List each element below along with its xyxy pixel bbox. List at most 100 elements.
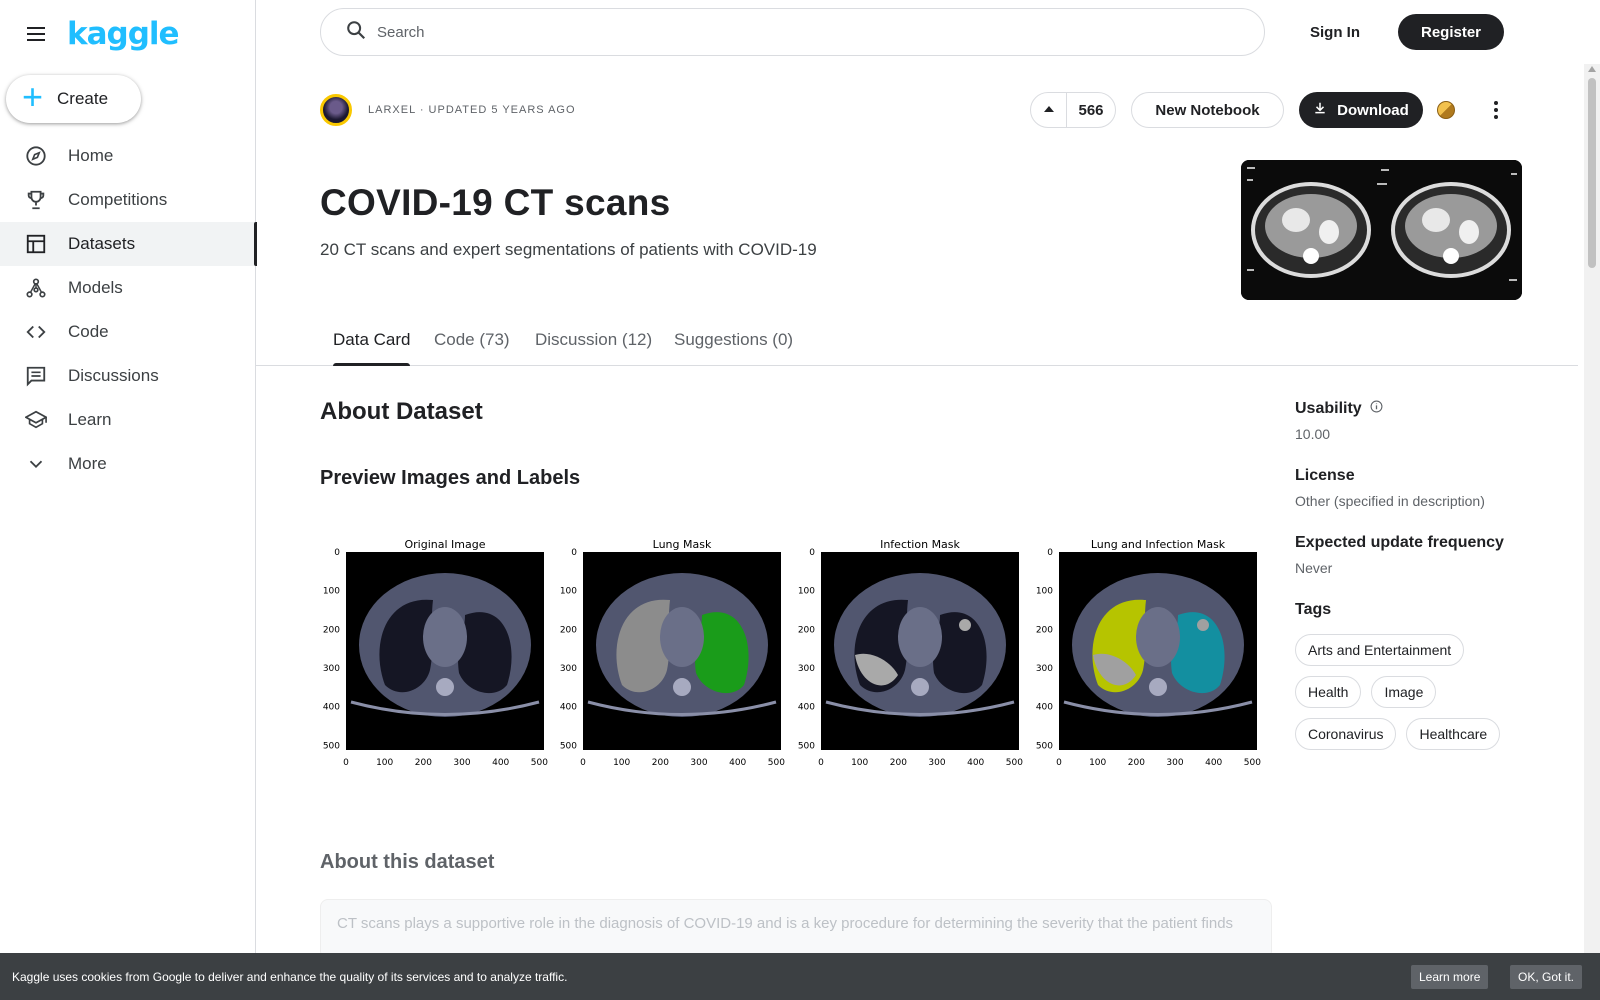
tag-chip[interactable]: Coronavirus [1295, 718, 1397, 750]
create-button[interactable]: + Create [6, 75, 141, 123]
preview-figure: Original Image 0 0 100 100 200 200 300 300 400 400… [323, 539, 548, 768]
y-tick-label: 100 [323, 587, 340, 597]
learn-more-button[interactable]: Learn more [1411, 965, 1489, 989]
sidebar-item-code[interactable]: Code [0, 310, 256, 354]
sign-in-button[interactable]: Sign In [1294, 14, 1376, 50]
create-label: Create [57, 89, 109, 108]
x-tick-label: 300 [1166, 758, 1183, 768]
x-tick-label: 100 [1089, 758, 1106, 768]
models-icon [24, 276, 48, 300]
y-tick-label: 200 [798, 625, 815, 635]
tab-data-card[interactable]: Data Card [333, 330, 411, 366]
y-tick-label: 300 [323, 664, 340, 674]
code-icon [24, 320, 48, 344]
tab-discussion[interactable]: Discussion (12) [535, 330, 652, 350]
about-dataset-heading: About Dataset [320, 398, 483, 425]
y-tick-label: 100 [798, 587, 815, 597]
sidebar-item-label: Discussions [68, 366, 159, 385]
y-tick-label: 400 [798, 703, 815, 713]
x-tick-label: 0 [580, 758, 586, 768]
tag-chip[interactable]: Arts and Entertainment [1295, 634, 1465, 666]
scrollbar[interactable] [1584, 64, 1600, 954]
x-tick-label: 100 [613, 758, 630, 768]
preview-figure: Lung Mask 0 0 100 100 200 200 300 300 400 400 500 50… [560, 539, 785, 768]
y-tick-label: 200 [560, 625, 577, 635]
sidebar-item-datasets[interactable]: Datasets [0, 222, 257, 266]
x-tick-label: 0 [818, 758, 824, 768]
info-icon[interactable] [1370, 400, 1383, 418]
x-tick-label: 400 [729, 758, 746, 768]
medal-icon [1437, 101, 1455, 119]
scroll-up-icon[interactable] [1588, 66, 1596, 72]
y-tick-label: 0 [571, 548, 577, 558]
kaggle-logo[interactable]: kaggle [67, 16, 180, 52]
tag-chip[interactable]: Image [1371, 676, 1437, 708]
sidebar-item-label: More [68, 454, 107, 473]
infection-spot [959, 619, 971, 632]
search-input[interactable] [377, 23, 1177, 41]
upvote-count: 566 [1078, 101, 1104, 119]
dataset-thumbnail [1241, 160, 1522, 300]
upvote-button[interactable] [1031, 93, 1067, 127]
sidebar-item-label: Datasets [68, 234, 136, 253]
arrow-up-icon [1043, 101, 1055, 119]
license-value: Other (specified in description) [1295, 493, 1485, 509]
ok-got-it-button[interactable]: OK, Got it. [1510, 965, 1583, 989]
avatar[interactable] [320, 94, 352, 126]
plus-icon: + [22, 76, 44, 117]
tag-chip[interactable]: Healthcare [1406, 718, 1501, 750]
y-tick-label: 0 [334, 548, 340, 558]
compass-icon [24, 144, 48, 168]
sidebar-item-learn[interactable]: Learn [0, 398, 256, 442]
sidebar-item-home[interactable]: Home [0, 134, 256, 178]
heart [1136, 607, 1180, 668]
frequency-value: Never [1295, 560, 1333, 576]
sidebar-item-label: Models [68, 278, 123, 297]
cookie-banner: Kaggle uses cookies from Google to deliv… [0, 953, 1600, 1000]
sidebar-item-competitions[interactable]: Competitions [0, 178, 256, 222]
spine [673, 678, 691, 697]
download-button[interactable]: Download [1299, 92, 1423, 128]
sidebar-item-discussions[interactable]: Discussions [0, 354, 256, 398]
figure-title: Lung and Infection Mask [1091, 539, 1226, 551]
x-tick-label: 500 [1244, 758, 1261, 768]
main-content: LARXEL · UPDATED 5 YEARS AGO 566 New Not… [256, 64, 1584, 954]
x-tick-label: 100 [376, 758, 393, 768]
usability-value: 10.00 [1295, 426, 1331, 442]
search-icon [345, 19, 367, 46]
x-tick-label: 400 [1205, 758, 1222, 768]
tab-code[interactable]: Code (73) [434, 330, 510, 350]
chevron-down-icon [24, 452, 48, 476]
x-tick-label: 200 [1128, 758, 1145, 768]
y-tick-label: 200 [323, 625, 340, 635]
cookie-text: Kaggle uses cookies from Google to deliv… [12, 969, 568, 984]
tab-suggestions[interactable]: Suggestions (0) [674, 330, 793, 350]
x-tick-label: 200 [415, 758, 432, 768]
x-tick-label: 400 [967, 758, 984, 768]
scrollbar-thumb[interactable] [1588, 78, 1596, 268]
more-options-icon[interactable] [1486, 100, 1506, 120]
sidebar-item-label: Home [68, 146, 114, 165]
y-tick-label: 100 [1036, 587, 1053, 597]
usability-label: Usability [1295, 400, 1362, 417]
spine [1149, 678, 1167, 697]
register-button[interactable]: Register [1398, 14, 1504, 50]
menu-icon[interactable] [24, 22, 48, 46]
metadata-panel: Usability 10.00 License Other (specified… [1295, 400, 1565, 750]
figure-title: Lung Mask [653, 539, 712, 551]
new-notebook-button[interactable]: New Notebook [1131, 92, 1284, 128]
upvote-control: 566 [1030, 92, 1116, 128]
y-tick-label: 300 [560, 664, 577, 674]
preview-figures: Original Image 0 0 100 100 200 200 300 300 400 400… [323, 539, 1261, 768]
x-tick-label: 200 [890, 758, 907, 768]
sidebar-item-more[interactable]: More [0, 442, 256, 486]
sidebar-item-models[interactable]: Models [0, 266, 256, 310]
heart [423, 607, 467, 668]
top-bar: Sign In Register [256, 0, 1600, 64]
tag-chip[interactable]: Health [1295, 676, 1362, 708]
x-tick-label: 500 [1006, 758, 1023, 768]
y-tick-label: 300 [1036, 664, 1053, 674]
frequency-heading: Expected update frequency [1295, 534, 1504, 551]
search-bar[interactable] [320, 8, 1265, 56]
sidebar-item-label: Learn [68, 410, 112, 429]
